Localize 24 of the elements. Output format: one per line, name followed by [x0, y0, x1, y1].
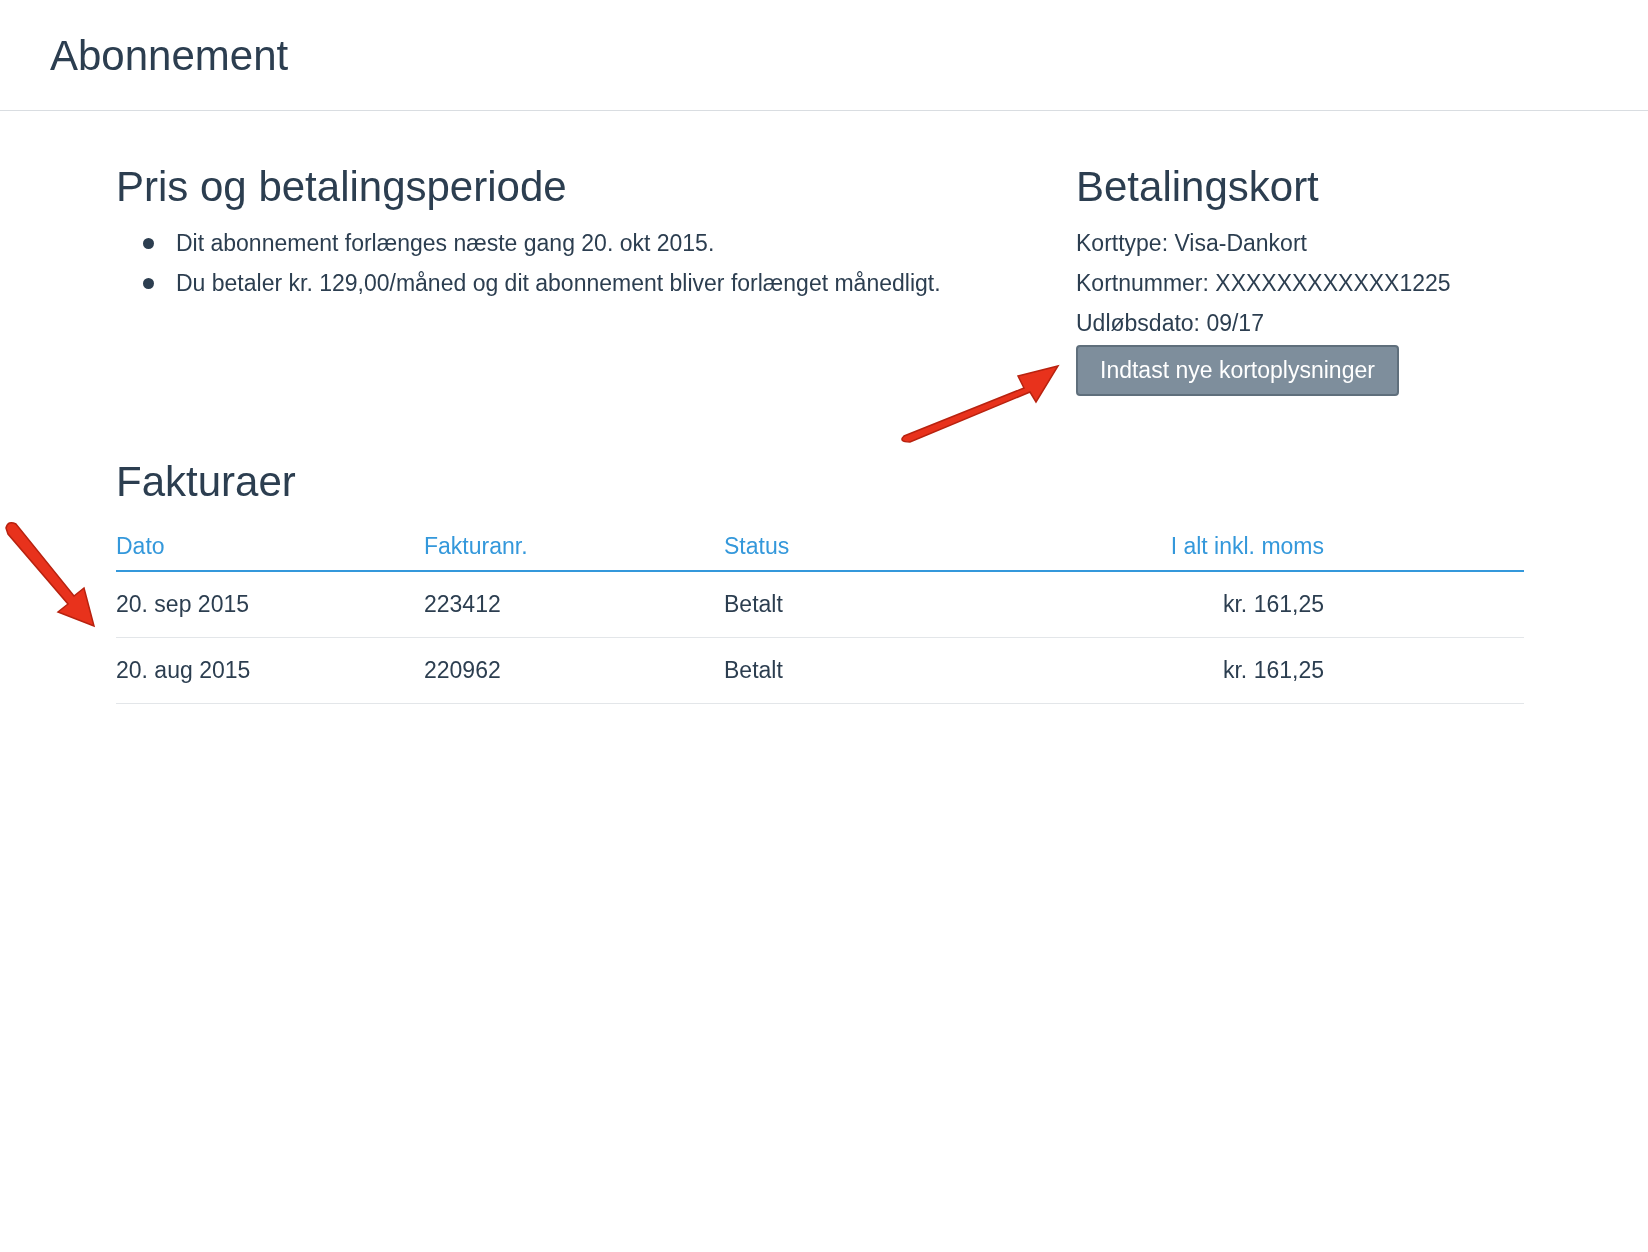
table-cell: 220962 — [424, 657, 501, 684]
section-heading: Pris og betalingsperiode — [116, 162, 568, 212]
page-title: Abonnement — [50, 30, 289, 81]
column-header: Status — [724, 532, 790, 559]
column-header: Fakturanr. — [424, 532, 528, 559]
table-cell: kr. 161,25 — [1222, 591, 1324, 618]
column-header: I alt inkl. moms — [1170, 532, 1324, 559]
bullet-icon — [143, 238, 154, 249]
table-cell: 223412 — [424, 591, 501, 618]
card-info-text: Udløbsdato: 09/17 — [1076, 309, 1265, 338]
bullet-text: Dit abonnement forlænges næste gang 20. okt 2015. — [176, 230, 715, 256]
section-heading: Betalingskort — [1076, 162, 1320, 212]
table-cell: Betalt — [724, 591, 783, 618]
card-info-text: Korttype: Visa-Dankort — [1076, 229, 1308, 258]
section-heading: Fakturaer — [116, 457, 297, 507]
column-header: Dato — [116, 532, 165, 559]
bullet-text: Du betaler kr. 129,00/måned og dit abonnement bliver forlænget månedligt. — [176, 270, 941, 296]
card-info-text: Kortnummer: XXXXXXXXXXXX1225 — [1076, 269, 1451, 298]
new-card-button[interactable]: Indtast nye kortoplysninger — [1076, 345, 1399, 396]
table-cell: 20. sep 2015 — [116, 591, 249, 618]
table-cell: 20. aug 2015 — [116, 657, 251, 684]
bullet-icon — [143, 278, 154, 289]
table-cell: Betalt — [724, 657, 783, 684]
table-cell: kr. 161,25 — [1222, 657, 1324, 684]
